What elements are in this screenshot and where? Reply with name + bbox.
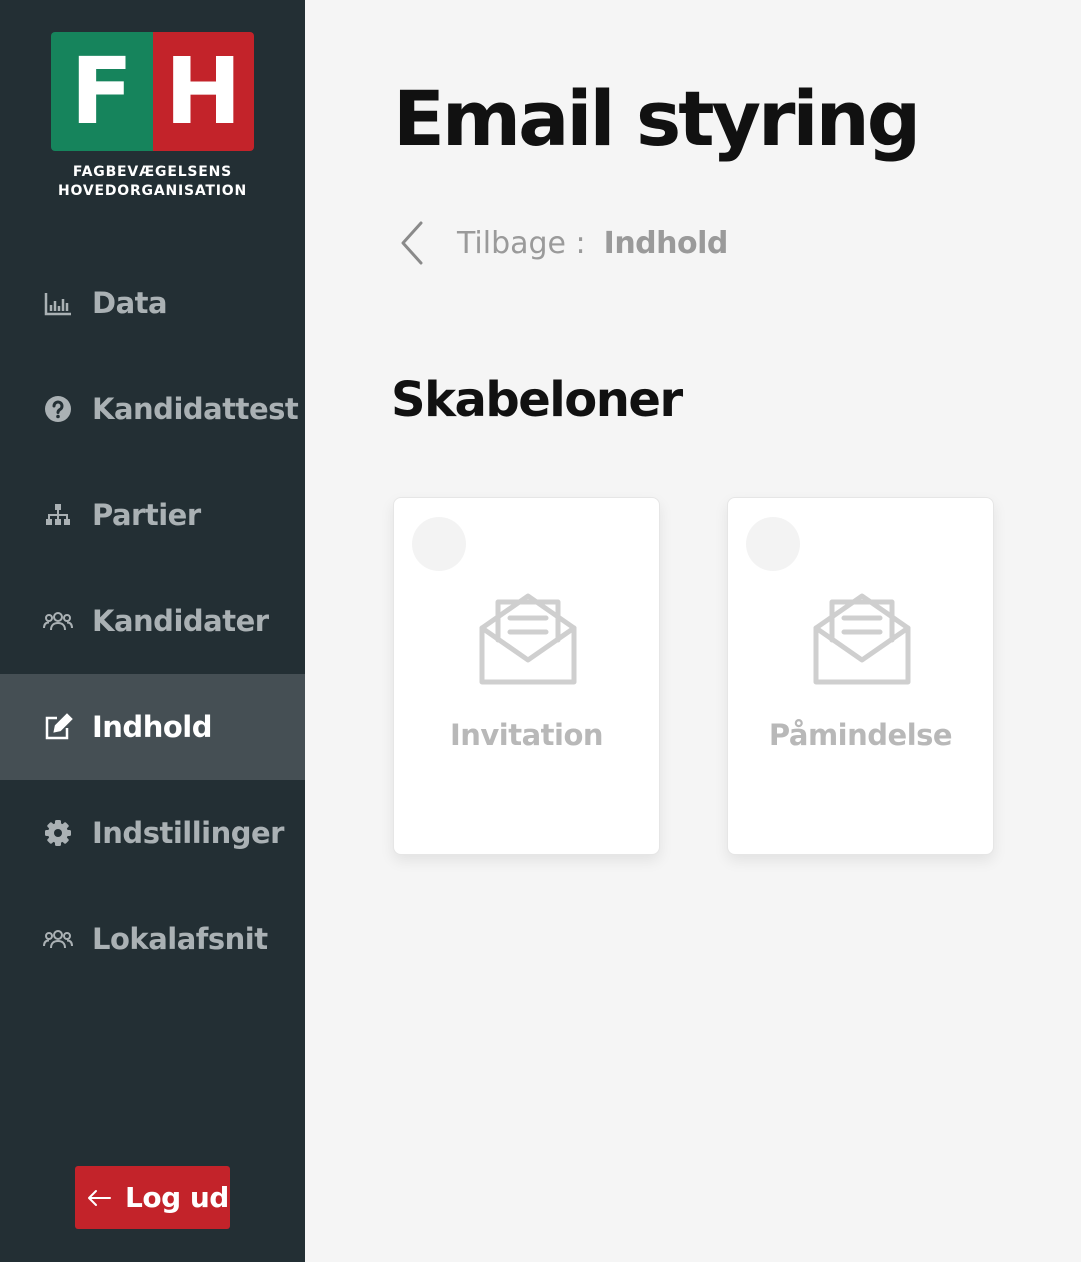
envelope-open-icon bbox=[813, 593, 911, 685]
main-content: Email styring Tilbage : Indhold Skabelon… bbox=[305, 0, 1081, 1262]
select-radio[interactable] bbox=[412, 517, 466, 571]
question-circle-icon bbox=[42, 393, 74, 425]
chevron-left-icon bbox=[401, 221, 423, 265]
logout-button[interactable]: Log ud bbox=[75, 1166, 230, 1229]
sidebar-item-label: Indstillinger bbox=[92, 816, 284, 850]
users-icon bbox=[42, 923, 74, 955]
sidebar-item-label: Indhold bbox=[92, 710, 212, 744]
logo-mark: F H bbox=[51, 32, 254, 151]
sidebar-item-kandidattest[interactable]: Kandidattest bbox=[0, 356, 305, 462]
sidebar-item-label: Data bbox=[92, 286, 168, 320]
template-card-invitation[interactable]: Invitation bbox=[393, 497, 660, 855]
users-icon bbox=[42, 605, 74, 637]
logout-label: Log ud bbox=[125, 1181, 229, 1214]
logo-letter-f: F bbox=[51, 32, 153, 151]
arrow-left-icon bbox=[88, 1189, 111, 1206]
gear-icon bbox=[42, 817, 74, 849]
edit-icon bbox=[42, 711, 74, 743]
bar-chart-icon bbox=[42, 287, 74, 319]
template-label: Invitation bbox=[449, 718, 604, 752]
sidebar-item-kandidater[interactable]: Kandidater bbox=[0, 568, 305, 674]
select-radio[interactable] bbox=[746, 517, 800, 571]
page-title: Email styring bbox=[393, 74, 921, 163]
sidebar-item-partier[interactable]: Partier bbox=[0, 462, 305, 568]
breadcrumb-target: Indhold bbox=[603, 225, 729, 261]
sidebar-item-indhold[interactable]: Indhold bbox=[0, 674, 305, 780]
sidebar-item-label: Kandidattest bbox=[92, 392, 299, 426]
template-label: Påmindelse bbox=[768, 718, 953, 752]
section-title: Skabeloner bbox=[391, 372, 683, 428]
sidebar-item-label: Lokalafsnit bbox=[92, 922, 268, 956]
logo-line-2: HOVEDORGANISATION bbox=[57, 183, 247, 199]
fh-logo[interactable]: F H FAGBEVÆGELSENS HOVEDORGANISATION bbox=[51, 32, 254, 202]
sidebar: F H FAGBEVÆGELSENS HOVEDORGANISATION Dat… bbox=[0, 0, 305, 1262]
envelope-open-icon bbox=[479, 593, 577, 685]
sidebar-item-data[interactable]: Data bbox=[0, 250, 305, 356]
sidebar-item-label: Kandidater bbox=[92, 604, 269, 638]
sidebar-item-indstillinger[interactable]: Indstillinger bbox=[0, 780, 305, 886]
sitemap-icon bbox=[42, 499, 74, 531]
logo-wordmark: FAGBEVÆGELSENS HOVEDORGANISATION bbox=[51, 163, 254, 201]
template-card-pamindelse[interactable]: Påmindelse bbox=[727, 497, 994, 855]
breadcrumb[interactable]: Tilbage : Indhold bbox=[397, 218, 728, 268]
sidebar-nav: Data Kandidattest Partier Kandidater Ind… bbox=[0, 250, 305, 992]
logo-letter-h: H bbox=[152, 32, 254, 151]
breadcrumb-back-label: Tilbage : bbox=[457, 225, 586, 261]
sidebar-item-label: Partier bbox=[92, 498, 201, 532]
logo-line-1: FAGBEVÆGELSENS bbox=[72, 164, 233, 180]
sidebar-item-lokalafsnit[interactable]: Lokalafsnit bbox=[0, 886, 305, 992]
